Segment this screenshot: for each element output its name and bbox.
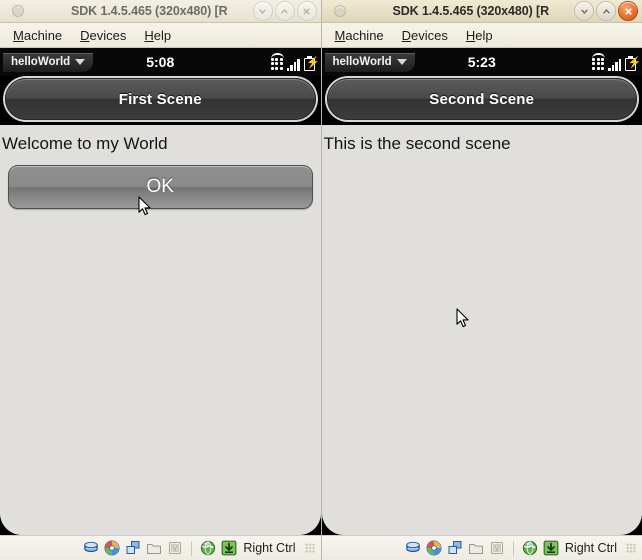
- vm-window-right[interactable]: SDK 1.4.5.465 (320x480) [R Machine Devic…: [321, 0, 642, 560]
- maximize-icon[interactable]: [596, 1, 616, 21]
- host-key-label: Right Ctrl: [564, 541, 617, 555]
- scene-title-wrap-left: First Scene: [0, 76, 321, 125]
- menu-devices-label: evices: [89, 27, 127, 43]
- chevron-down-icon[interactable]: [396, 58, 407, 65]
- phone-status-bar-left: helloWorld 5:08 ⚡: [0, 48, 321, 76]
- menu-machine-label: achine: [23, 27, 63, 43]
- cpu-icon[interactable]: V: [167, 540, 183, 556]
- cd-dvd-icon[interactable]: [426, 540, 442, 556]
- app-name-chip[interactable]: helloWorld: [3, 52, 94, 72]
- signal-icon: [608, 57, 621, 71]
- network-icon[interactable]: [125, 540, 141, 556]
- scene-body-right: This is the second scene: [321, 125, 642, 535]
- emulator-area-left: helloWorld 5:08 ⚡ First Scene Welcome to…: [0, 48, 321, 560]
- menu-help[interactable]: Help: [136, 26, 179, 45]
- window-titlebar-right[interactable]: SDK 1.4.5.465 (320x480) [R: [321, 0, 642, 23]
- host-key-label: Right Ctrl: [243, 541, 296, 555]
- menubar-left: Machine Devices Help: [0, 23, 321, 48]
- scene-body-text-left: Welcome to my World: [2, 134, 168, 153]
- network-icon[interactable]: [447, 540, 463, 556]
- capture-icon[interactable]: [221, 540, 237, 556]
- signal-icon: [286, 57, 300, 71]
- emulator-area-right: helloWorld 5:23 ⚡ Second Scene This is t…: [321, 48, 642, 560]
- cd-dvd-icon[interactable]: [104, 540, 120, 556]
- folder-icon[interactable]: [468, 540, 484, 556]
- globe-icon[interactable]: [522, 540, 538, 556]
- menu-machine[interactable]: Machine: [327, 26, 392, 45]
- window-title: SDK 1.4.5.465 (320x480) [R: [392, 4, 550, 18]
- phone-status-icons: ⚡: [592, 53, 641, 71]
- app-name-label: helloWorld: [11, 55, 71, 68]
- window-controls: [574, 1, 642, 21]
- emulator-screen-right[interactable]: helloWorld 5:23 ⚡ Second Scene This is t…: [321, 48, 642, 535]
- menu-help[interactable]: Help: [458, 26, 501, 45]
- folder-icon[interactable]: [146, 540, 162, 556]
- scene-title-wrap-right: Second Scene: [321, 76, 642, 125]
- cpu-icon[interactable]: V: [489, 540, 505, 556]
- menu-help-label: elp: [475, 27, 493, 43]
- resize-grip[interactable]: [626, 543, 636, 553]
- capture-icon[interactable]: [543, 540, 559, 556]
- desktop: SDK 1.4.5.465 (320x480) [R Machine Devic…: [0, 0, 642, 560]
- keypad-icon: [592, 53, 605, 70]
- ok-button[interactable]: OK: [8, 165, 313, 209]
- menu-devices[interactable]: Devices: [394, 26, 456, 45]
- globe-icon[interactable]: [200, 540, 216, 556]
- maximize-icon[interactable]: [274, 1, 295, 21]
- menu-devices[interactable]: Devices: [72, 26, 134, 45]
- battery-charging-icon: ⚡: [625, 55, 641, 71]
- window-titlebar-left[interactable]: SDK 1.4.5.465 (320x480) [R: [0, 0, 321, 23]
- window-title: SDK 1.4.5.465 (320x480) [R: [70, 4, 228, 18]
- battery-charging-icon: ⚡: [303, 55, 320, 71]
- resize-grip[interactable]: [304, 543, 315, 553]
- scene-body-left: Welcome to my World OK: [0, 125, 321, 535]
- app-name-label: helloWorld: [332, 55, 392, 68]
- vm-statusbar-left: V Right Ctrl: [0, 535, 321, 560]
- app-name-chip[interactable]: helloWorld: [324, 52, 415, 72]
- keypad-icon: [270, 53, 284, 70]
- scene-title-left: First Scene: [118, 90, 202, 108]
- chevron-down-icon[interactable]: [75, 58, 86, 65]
- menubar-right: Machine Devices Help: [321, 23, 642, 48]
- scene-body-text-right: This is the second scene: [323, 134, 511, 153]
- harddisk-icon[interactable]: [405, 540, 421, 556]
- statusbar-separator: [191, 540, 193, 556]
- phone-status-icons: ⚡: [270, 53, 320, 71]
- close-icon[interactable]: [618, 1, 638, 21]
- scene-title-right: Second Scene: [429, 90, 535, 108]
- menu-devices-label: evices: [411, 27, 448, 43]
- menu-machine-label: achine: [345, 27, 384, 43]
- vm-window-left[interactable]: SDK 1.4.5.465 (320x480) [R Machine Devic…: [0, 0, 322, 560]
- menu-machine[interactable]: Machine: [5, 26, 70, 45]
- vm-statusbar-right: V Right Ctrl: [321, 535, 642, 560]
- minimize-icon[interactable]: [252, 1, 273, 21]
- close-icon[interactable]: [296, 1, 317, 21]
- statusbar-separator: [512, 540, 514, 556]
- menu-help-label: elp: [153, 27, 172, 43]
- emulator-screen-left[interactable]: helloWorld 5:08 ⚡ First Scene Welcome to…: [0, 48, 321, 535]
- harddisk-icon[interactable]: [83, 540, 99, 556]
- scene-title-bar-left: First Scene: [5, 78, 316, 120]
- window-controls: [252, 1, 321, 21]
- scene-title-bar-right: Second Scene: [326, 78, 637, 120]
- ok-button-label: OK: [146, 176, 174, 197]
- minimize-icon[interactable]: [574, 1, 594, 21]
- phone-status-bar-right: helloWorld 5:23 ⚡: [321, 48, 642, 76]
